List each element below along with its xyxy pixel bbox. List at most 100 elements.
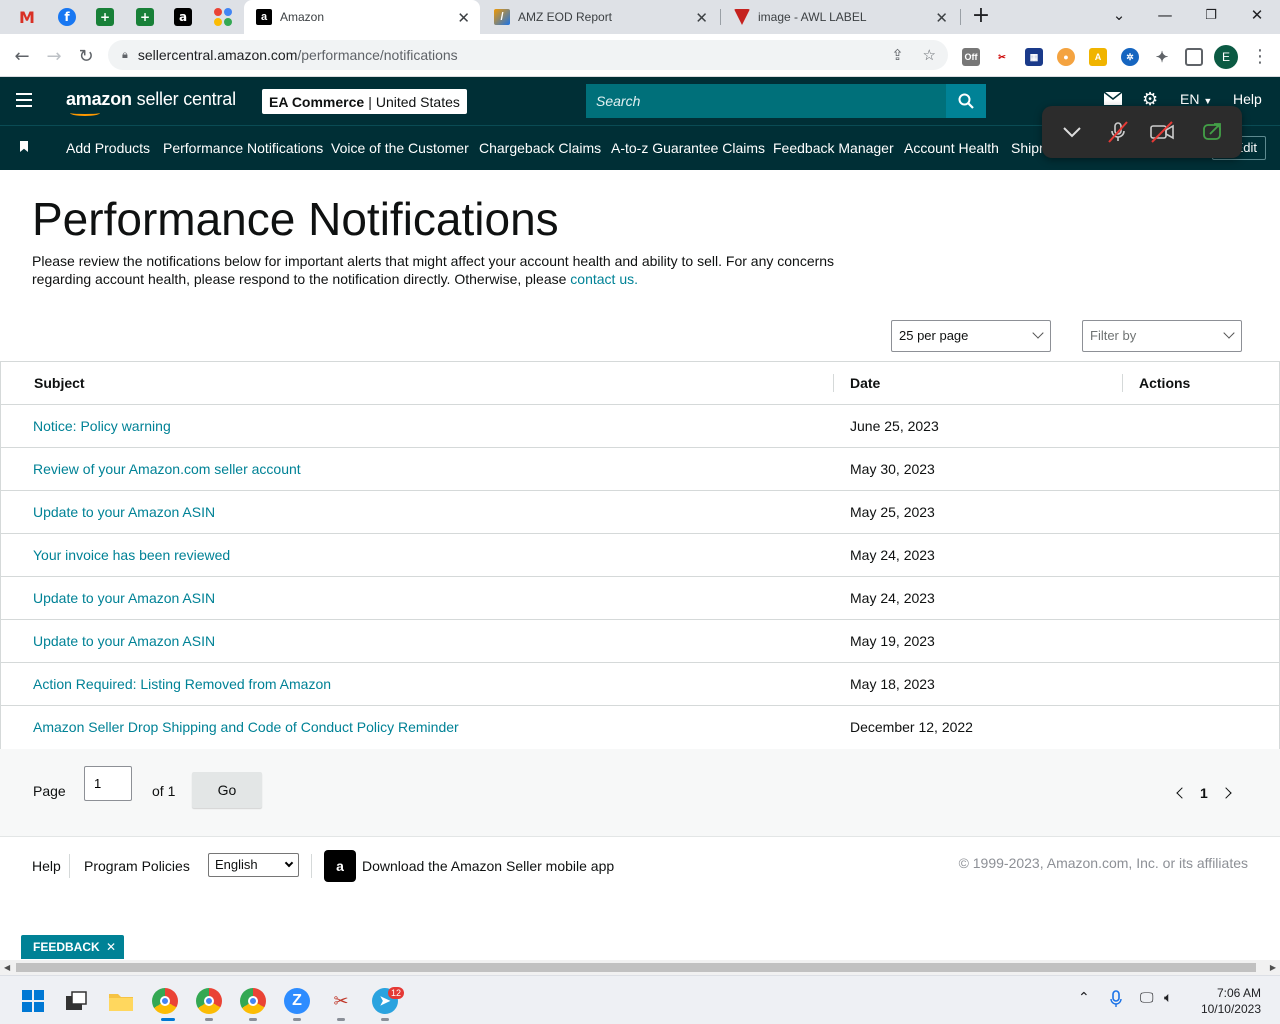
feedback-label: FEEDBACK [33,940,100,954]
reload-icon[interactable]: ↻ [72,42,100,70]
footer-language-select[interactable]: English [208,853,299,877]
notification-subject-link[interactable]: Notice: Policy warning [33,418,171,434]
volume-icon[interactable]: 🔈︎ [1164,990,1172,1006]
column-header-date[interactable]: Date [850,375,880,391]
account-switcher[interactable]: EA Commerce | United States [262,89,467,114]
collapse-chevron-icon[interactable] [1058,118,1086,146]
scroll-right-arrow-icon[interactable]: ▶ [1270,963,1276,972]
notification-subject-link[interactable]: Update to your Amazon ASIN [33,633,215,649]
help-link[interactable]: Help [1233,91,1262,107]
clock-time: 7:06 AM [1216,986,1261,1000]
page-number-input[interactable] [84,766,132,801]
column-header-subject[interactable]: Subject [34,375,85,391]
close-window-icon[interactable]: ✕ [1234,0,1280,30]
language-selector[interactable]: EN ▼ [1180,91,1212,107]
extension-circle-icon[interactable]: ● [1057,48,1075,66]
chrome-icon-active[interactable] [152,988,178,1014]
search-button[interactable] [946,84,986,118]
minimize-icon[interactable]: — [1142,0,1188,30]
go-button[interactable]: Go [192,772,262,808]
nav-add-products[interactable]: Add Products [66,126,150,171]
tab-amazon[interactable]: a Amazon ✕ [244,0,480,34]
notification-subject-link[interactable]: Update to your Amazon ASIN [33,590,215,606]
filter-by-select[interactable]: Filter by [1082,320,1242,352]
extension-icon[interactable]: ✂ [993,48,1011,66]
close-icon[interactable]: ✕ [457,9,470,27]
current-page-number[interactable]: 1 [1200,785,1208,801]
next-page-icon[interactable] [1220,787,1232,799]
close-icon[interactable]: ✕ [106,940,116,954]
address-bar[interactable]: 🔒︎ sellercentral.amazon.com/performance/… [108,40,948,70]
scroll-left-arrow-icon[interactable]: ◀ [4,963,10,972]
download-app-link[interactable]: Download the Amazon Seller mobile app [362,858,614,874]
extension-off-icon[interactable]: Off [962,48,980,66]
notification-subject-link[interactable]: Update to your Amazon ASIN [33,504,215,520]
sheets-pinned-tab-1[interactable]: + [86,0,124,34]
notification-subject-link[interactable]: Your invoice has been reviewed [33,547,230,563]
snipping-tool-icon[interactable]: ✂ [328,988,354,1014]
new-tab-plus-icon[interactable]: + [958,0,1004,30]
scrollbar-thumb[interactable] [16,963,1256,972]
chrome-icon[interactable] [196,988,222,1014]
program-policies-link[interactable]: Program Policies [84,858,190,874]
nav-a-to-z-guarantee-claims[interactable]: A-to-z Guarantee Claims [611,126,765,171]
task-view-icon[interactable] [63,988,89,1014]
notification-subject-link[interactable]: Action Required: Listing Removed from Am… [33,676,331,692]
nav-performance-notifications[interactable]: Performance Notifications [163,126,323,171]
share-icon[interactable]: ⇪ [891,46,904,64]
meeting-controls-overlay [1042,106,1242,158]
search-input[interactable]: Search [586,84,946,118]
nav-voice-of-the-customer[interactable]: Voice of the Customer [331,126,469,171]
sheets-pinned-tab-2[interactable]: + [126,0,164,34]
telegram-badge: 12 [388,987,405,999]
extensions-puzzle-icon[interactable]: ✦ [1153,48,1171,66]
kebab-menu-icon[interactable]: ⋮ [1246,42,1274,70]
amazon-pinned-tab[interactable]: a [164,0,202,34]
system-clock[interactable]: 7:06 AM 10/10/2023 [1201,985,1261,1017]
share-screen-icon[interactable] [1198,118,1226,146]
profile-avatar[interactable]: E [1214,45,1238,69]
footer-help-link[interactable]: Help [32,858,61,874]
seller-central-logo[interactable]: amazon seller central [66,89,236,110]
bookmark-icon[interactable] [20,141,28,152]
facebook-pinned-tab[interactable]: f [48,0,86,34]
file-explorer-icon[interactable] [108,988,134,1014]
gmail-pinned-tab[interactable]: M [8,0,46,34]
gmail-icon: M [19,7,35,27]
per-page-select[interactable]: 25 per page [891,320,1051,352]
tab-search-chevron-icon[interactable]: ⌄ [1096,0,1142,30]
camera-off-icon[interactable] [1148,118,1176,146]
restore-icon[interactable]: ❐ [1188,0,1234,30]
extension-grid-icon[interactable]: ▦ [1025,48,1043,66]
amazon-app-icon[interactable]: a [324,850,356,882]
tab-amz-eod-report[interactable]: / AMZ EOD Report ✕ [482,0,718,34]
windows-start-icon[interactable] [20,988,46,1014]
nav-account-health[interactable]: Account Health [904,126,999,171]
chrome-icon[interactable] [240,988,266,1014]
side-panel-icon[interactable] [1185,48,1203,66]
contact-us-link[interactable]: contact us. [570,271,638,287]
feedback-button[interactable]: FEEDBACK ✕ [21,935,125,959]
horizontal-scrollbar[interactable]: ◀ ▶ [0,960,1280,975]
nav-chargeback-claims[interactable]: Chargeback Claims [479,126,601,171]
bookmark-star-icon[interactable]: ☆ [923,46,936,64]
apps-grid-icon [214,8,232,26]
nav-feedback-manager[interactable]: Feedback Manager [773,126,894,171]
forward-arrow-icon[interactable]: → [40,42,68,70]
notification-subject-link[interactable]: Amazon Seller Drop Shipping and Code of … [33,719,459,735]
tray-overflow-chevron-icon[interactable]: ⌃ [1078,990,1090,1006]
prev-page-icon[interactable] [1176,787,1188,799]
apps-pinned-tab[interactable] [204,0,242,34]
back-arrow-icon[interactable]: ← [8,42,36,70]
close-icon[interactable]: ✕ [935,9,948,27]
zoom-icon[interactable]: Z [284,988,310,1014]
notification-subject-link[interactable]: Review of your Amazon.com seller account [33,461,301,477]
extension-scout-icon[interactable]: A [1089,48,1107,66]
hamburger-menu-icon[interactable] [16,93,32,107]
close-icon[interactable]: ✕ [695,9,708,27]
microphone-muted-icon[interactable] [1104,118,1132,146]
tray-microphone-icon[interactable] [1110,990,1122,1012]
extension-gear-icon[interactable]: ✲ [1121,48,1139,66]
tab-awl-label[interactable]: image - AWL LABEL ✕ [722,0,958,34]
network-icon[interactable]: 🖵︎ [1140,990,1154,1006]
